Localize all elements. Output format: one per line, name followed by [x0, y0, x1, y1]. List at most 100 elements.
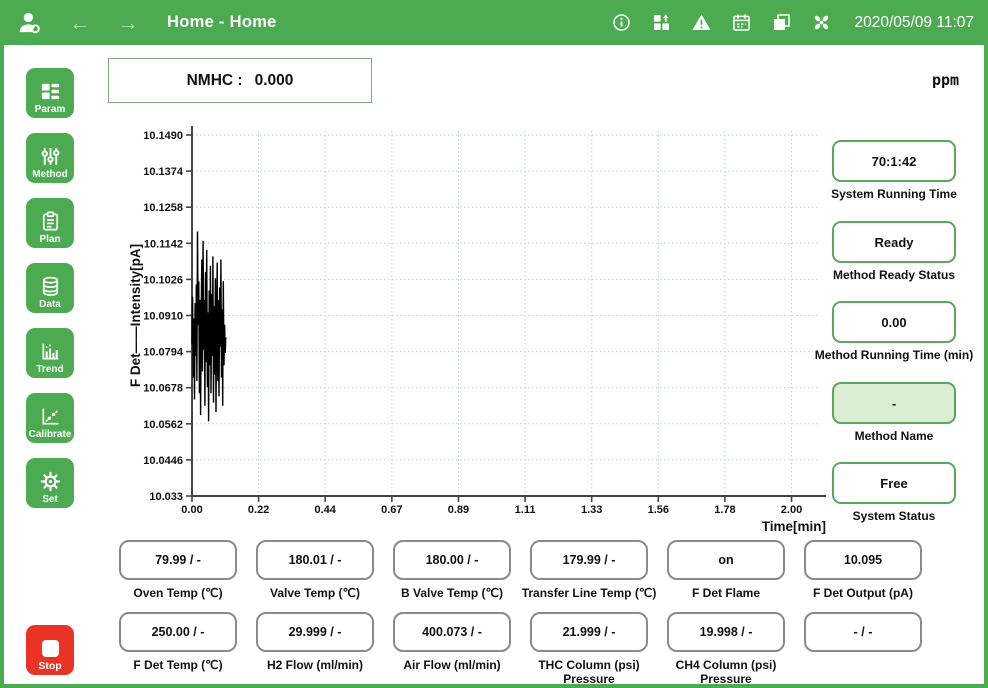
status-item-method-name: -Method Name: [832, 382, 956, 443]
signal-chart: 10.03310.044610.056210.067810.079410.091…: [110, 113, 830, 548]
x-tick-label: 0.00: [181, 504, 202, 516]
param-f-det-flame: onF Det Flame: [667, 540, 785, 600]
window-edge-right: [984, 45, 988, 688]
nav-back-icon[interactable]: ←: [69, 12, 91, 34]
sidebar-item-label: Method: [32, 169, 68, 180]
param-h2-flow-ml-min: 29.999 / - H2 Flow (ml/min): [256, 612, 374, 687]
param-ch4-column-psi: 19.998 / - CH4 Column (psi)Pressure: [667, 612, 785, 687]
param-oven-temp: 79.99 / - Oven Temp (℃): [119, 540, 237, 600]
window-edge-left: [0, 45, 4, 688]
sidebar-item-label: Calibrate: [29, 429, 72, 440]
sidebar-item-plan[interactable]: Plan: [26, 198, 74, 248]
y-tick-label: 10.0910: [143, 311, 183, 323]
status-item-method-ready-status: ReadyMethod Ready Status: [832, 221, 956, 282]
sidebar-item-set[interactable]: Set: [26, 458, 74, 508]
sidebar-item-method[interactable]: Method: [26, 133, 74, 183]
method-sliders-icon: [39, 145, 62, 168]
param-label: Air Flow (ml/min): [403, 658, 500, 672]
sidebar-item-label: Plan: [39, 234, 60, 245]
y-axis-label: F Det——Intensity[pA]: [128, 244, 143, 387]
window-edge-bottom: [0, 684, 988, 688]
info-icon[interactable]: [611, 12, 632, 33]
status-item-system-running-time: 70:1:42 System Running Time: [832, 140, 956, 201]
param-grid-icon: [39, 80, 62, 103]
param-air-flow-ml-min: 400.073 / - Air Flow (ml/min): [393, 612, 511, 687]
calibrate-chart-icon: [39, 405, 62, 428]
top-bar: ← → Home - Home 2020/05/09 11:07: [0, 0, 988, 45]
x-tick-label: 1.11: [515, 504, 536, 516]
x-tick-label: 0.22: [248, 504, 269, 516]
page-title: Home - Home: [167, 13, 277, 32]
status-item-method-running-time-min: 0.00Method Running Time (min): [832, 301, 956, 362]
y-tick-label: 10.1026: [143, 274, 183, 286]
param-value-box: 179.99 / -: [530, 540, 648, 580]
param-label: CH4 Column (psi)Pressure: [676, 658, 777, 687]
windows-icon[interactable]: [771, 12, 792, 33]
param-label: F Det Temp (℃): [133, 658, 222, 672]
nmhc-label: NMHC :: [187, 72, 243, 90]
chart-trace: [192, 232, 226, 422]
param-label: B Valve Temp (℃): [401, 586, 503, 600]
param-thc-column-psi: 21.999 / -THC Column (psi)Pressure: [530, 612, 648, 687]
status-label: System Running Time: [831, 187, 957, 201]
y-tick-label: 10.033: [149, 491, 183, 503]
sidebar-item-label: Trend: [36, 364, 63, 375]
plan-clipboard-icon: [39, 210, 62, 233]
status-label: System Status: [853, 509, 936, 523]
stop-square-icon: [42, 640, 59, 657]
sidebar-item-calibrate[interactable]: Calibrate: [26, 393, 74, 443]
param-row-2: 250.00 / - F Det Temp (℃) 29.999 / - H2 Flo…: [119, 612, 922, 687]
param-f-det-temp: 250.00 / - F Det Temp (℃): [119, 612, 237, 687]
param-label: F Det Flame: [692, 586, 760, 600]
x-tick-label: 0.89: [448, 504, 469, 516]
param-label: H2 Flow (ml/min): [267, 658, 363, 672]
param-valve-temp: 180.01 / - Valve Temp (℃): [256, 540, 374, 600]
nmhc-value: 0.000: [255, 72, 294, 90]
param-value-box: 79.99 / -: [119, 540, 237, 580]
datetime-display: 2020/05/09 11:07: [854, 14, 974, 32]
sidebar: Param Method Plan Data Trend Calibrate Set: [26, 68, 74, 523]
trend-barchart-icon: [39, 340, 62, 363]
status-label: Method Running Time (min): [815, 348, 973, 362]
sidebar-item-data[interactable]: Data: [26, 263, 74, 313]
param-label: Oven Temp (℃): [133, 586, 222, 600]
param-label: Transfer Line Temp (℃): [522, 586, 657, 600]
param-value-box: 29.999 / -: [256, 612, 374, 652]
x-tick-label: 1.56: [648, 504, 669, 516]
apps-grid-icon[interactable]: [651, 12, 672, 33]
param-value-box: 19.998 / -: [667, 612, 785, 652]
param-label: Valve Temp (℃): [270, 586, 360, 600]
x-tick-label: 1.78: [714, 504, 735, 516]
y-tick-label: 10.0562: [143, 419, 183, 431]
param-value-box: 400.073 / -: [393, 612, 511, 652]
y-tick-label: 10.1142: [144, 238, 183, 250]
stop-button[interactable]: Stop: [26, 625, 74, 675]
calendar-icon[interactable]: [731, 12, 752, 33]
param-value-box: 250.00 / -: [119, 612, 237, 652]
fan-icon[interactable]: [811, 12, 832, 33]
sidebar-item-label: Data: [39, 299, 61, 310]
unit-label: ppm: [932, 71, 959, 89]
sidebar-item-label: Set: [42, 494, 58, 505]
param-transfer-line-temp: 179.99 / -Transfer Line Temp (℃): [530, 540, 648, 600]
param-value-box: 180.01 / -: [256, 540, 374, 580]
warning-icon[interactable]: [691, 12, 712, 33]
sidebar-item-trend[interactable]: Trend: [26, 328, 74, 378]
param-label: F Det Output (pA): [813, 586, 913, 600]
nav-forward-icon[interactable]: →: [117, 12, 139, 34]
set-gear-icon: [39, 470, 62, 493]
x-tick-label: 0.67: [381, 504, 402, 516]
chart-svg: 10.03310.044610.056210.067810.079410.091…: [110, 113, 830, 548]
y-tick-label: 10.1490: [143, 130, 183, 142]
param-value-box: 21.999 / -: [530, 612, 648, 652]
param-f-det-output-pa: 10.095F Det Output (pA): [804, 540, 922, 600]
status-value-box: Free: [832, 462, 956, 504]
y-tick-label: 10.1374: [143, 166, 184, 178]
topbar-actions: 2020/05/09 11:07: [611, 12, 974, 33]
param-b-valve-temp: 180.00 / -B Valve Temp (℃): [393, 540, 511, 600]
y-tick-label: 10.1258: [143, 202, 183, 214]
user-icon[interactable]: [16, 9, 43, 36]
sidebar-item-param[interactable]: Param: [26, 68, 74, 118]
status-value-box: 70:1:42: [832, 140, 956, 182]
status-label: Method Ready Status: [833, 268, 955, 282]
